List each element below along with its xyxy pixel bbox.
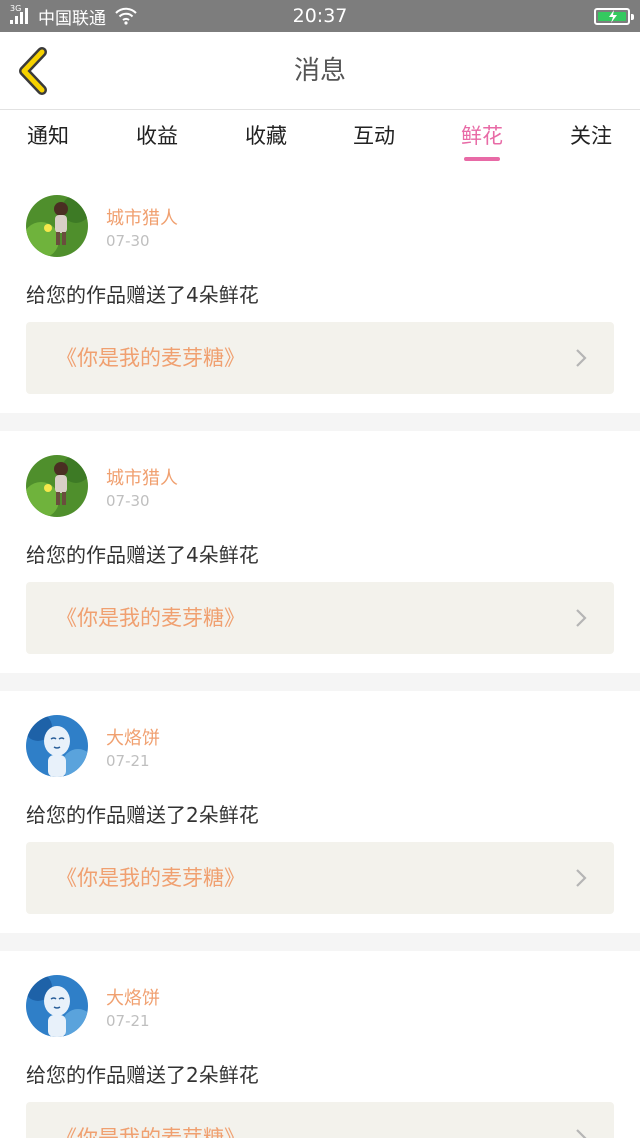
divider: [0, 413, 640, 431]
message-date: 07-21: [106, 1012, 150, 1030]
work-link[interactable]: 《你是我的麦芽糖》: [26, 322, 614, 394]
tab-flowers[interactable]: 鲜花: [437, 111, 527, 171]
tab-bar: 通知 收益 收藏 互动 鲜花 关注: [0, 111, 640, 171]
chevron-right-icon: [576, 349, 587, 367]
work-link[interactable]: 《你是我的麦芽糖》: [26, 842, 614, 914]
page-title: 消息: [293, 56, 346, 86]
tab-label: 通知: [27, 124, 69, 148]
username[interactable]: 大烙饼: [106, 984, 160, 1010]
tab-favorites[interactable]: 收藏: [221, 111, 311, 171]
tab-interactions[interactable]: 互动: [329, 111, 419, 171]
chevron-right-icon: [576, 869, 587, 887]
tab-earnings[interactable]: 收益: [112, 111, 202, 171]
message-text: 给您的作品赠送了2朵鲜花: [26, 803, 259, 827]
chevron-right-icon: [576, 1129, 587, 1138]
work-title: 《你是我的麦芽糖》: [56, 346, 245, 370]
work-title: 《你是我的麦芽糖》: [56, 866, 245, 890]
username[interactable]: 城市猎人: [106, 464, 178, 490]
battery-icon: [594, 8, 634, 25]
divider: [0, 673, 640, 691]
tab-following[interactable]: 关注: [546, 111, 636, 171]
status-bar: 3G 中国联通 20:37: [0, 0, 640, 32]
message-card: 大烙饼 07-21 给您的作品赠送了2朵鲜花 《你是我的麦芽糖》: [0, 691, 640, 933]
message-text: 给您的作品赠送了4朵鲜花: [26, 543, 259, 567]
username[interactable]: 大烙饼: [106, 724, 160, 750]
avatar[interactable]: [26, 975, 88, 1037]
message-date: 07-30: [106, 232, 150, 250]
work-link[interactable]: 《你是我的麦芽糖》: [26, 582, 614, 654]
nav-bar: 消息: [0, 32, 640, 110]
message-card: 城市猎人 07-30 给您的作品赠送了4朵鲜花 《你是我的麦芽糖》: [0, 431, 640, 673]
message-date: 07-21: [106, 752, 150, 770]
username[interactable]: 城市猎人: [106, 204, 178, 230]
message-card: 大烙饼 07-21 给您的作品赠送了2朵鲜花 《你是我的麦芽糖》: [0, 951, 640, 1138]
work-link[interactable]: 《你是我的麦芽糖》: [26, 1102, 614, 1138]
message-text: 给您的作品赠送了4朵鲜花: [26, 283, 259, 307]
avatar[interactable]: [26, 195, 88, 257]
message-date: 07-30: [106, 492, 150, 510]
tab-notifications[interactable]: 通知: [3, 111, 93, 171]
status-time: 20:37: [292, 5, 348, 27]
chevron-right-icon: [576, 609, 587, 627]
tab-label: 关注: [570, 124, 612, 148]
message-text: 给您的作品赠送了2朵鲜花: [26, 1063, 259, 1087]
avatar[interactable]: [26, 715, 88, 777]
tab-label: 收益: [136, 124, 178, 148]
avatar[interactable]: [26, 455, 88, 517]
work-title: 《你是我的麦芽糖》: [56, 606, 245, 630]
tab-label: 互动: [353, 124, 395, 148]
work-title: 《你是我的麦芽糖》: [56, 1126, 245, 1138]
tab-label: 鲜花: [461, 124, 503, 148]
divider: [0, 933, 640, 951]
tab-label: 收藏: [245, 124, 287, 148]
active-tab-indicator: [464, 157, 500, 161]
message-card: 城市猎人 07-30 给您的作品赠送了4朵鲜花 《你是我的麦芽糖》: [0, 171, 640, 413]
